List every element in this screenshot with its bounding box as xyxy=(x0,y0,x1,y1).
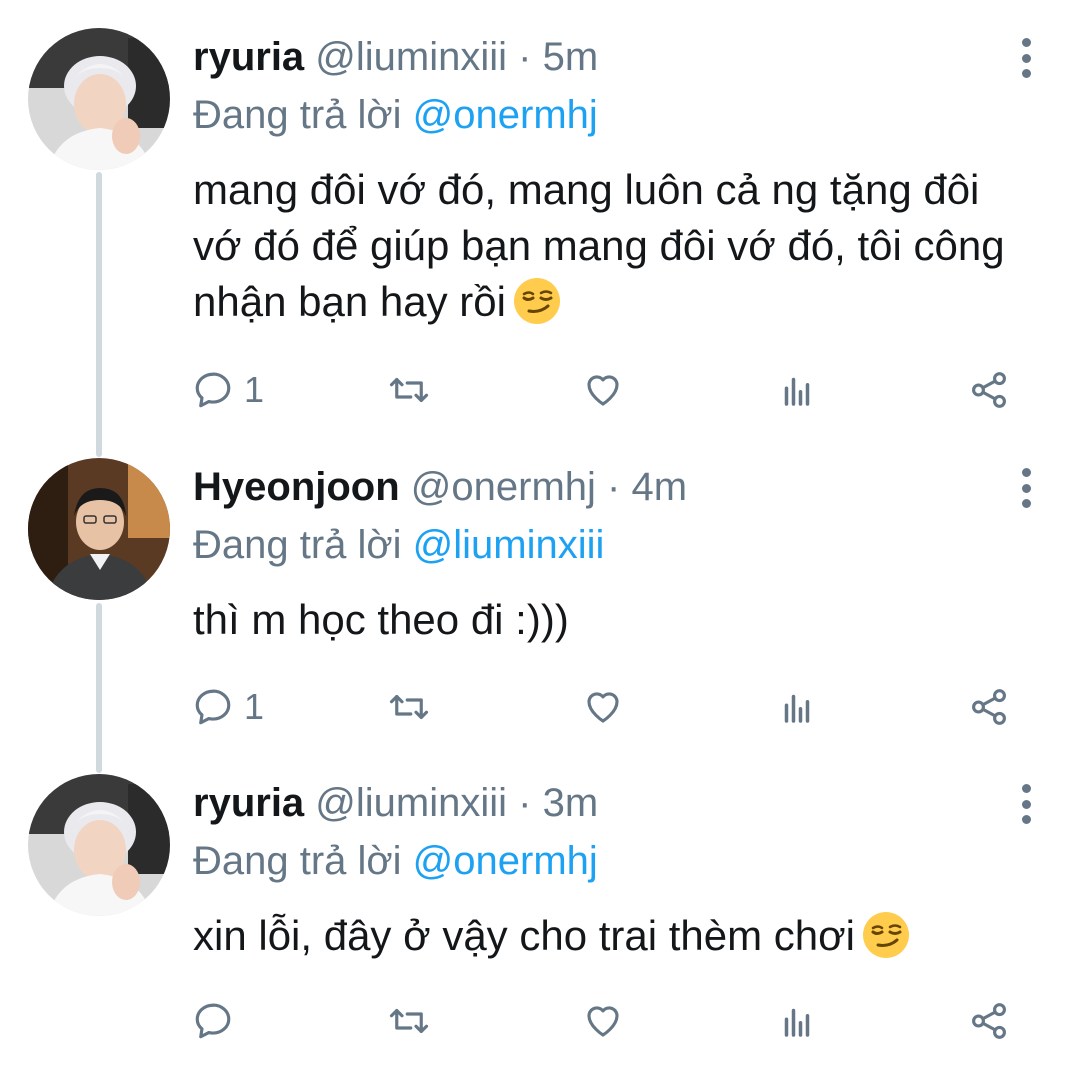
replying-to: Đang trả lời @liuminxiii xyxy=(193,522,604,568)
like-icon xyxy=(587,1006,619,1037)
author-name[interactable]: ryuria xyxy=(193,35,304,79)
mention-link[interactable]: @onermhj xyxy=(413,93,598,137)
tweet-header: ryuria @liuminxiii · 3m xyxy=(193,780,598,826)
author-handle[interactable]: @liuminxiii xyxy=(315,35,507,79)
analytics-button[interactable] xyxy=(776,365,818,415)
share-button[interactable] xyxy=(968,682,1010,732)
timestamp[interactable]: 4m xyxy=(631,465,687,509)
reply-icon xyxy=(195,1003,231,1039)
tweet-actions: 1 xyxy=(0,365,1080,415)
share-button[interactable] xyxy=(968,365,1010,415)
author-name[interactable]: ryuria xyxy=(193,781,304,825)
timestamp[interactable]: 5m xyxy=(543,35,599,79)
tweet-actions xyxy=(0,996,1080,1046)
retweet-icon xyxy=(389,377,429,403)
author-handle[interactable]: @onermhj xyxy=(411,465,596,509)
replying-to: Đang trả lời @onermhj xyxy=(193,92,598,138)
like-icon xyxy=(587,692,619,723)
smirking-face-icon xyxy=(863,912,910,958)
like-button[interactable] xyxy=(582,365,624,415)
retweet-icon xyxy=(389,694,429,720)
analytics-icon xyxy=(784,1008,810,1037)
smirking-face-icon xyxy=(513,278,560,324)
reply-count: 1 xyxy=(244,686,265,727)
tweet-body: mang đôi vớ đó, mang luôn cả ng tặng đôi… xyxy=(193,166,1005,325)
like-icon xyxy=(587,375,619,406)
retweet-icon xyxy=(389,1008,429,1034)
more-options-icon[interactable] xyxy=(1016,784,1036,824)
tweet-header: Hyeonjoon @onermhj · 4m xyxy=(193,464,687,510)
share-button[interactable] xyxy=(968,996,1010,1046)
tweet[interactable]: ryuria @liuminxiii · 5m Đang trả lời @on… xyxy=(0,0,1080,440)
avatar[interactable] xyxy=(28,774,170,916)
replying-to-label: Đang trả lời xyxy=(193,523,413,567)
analytics-button[interactable] xyxy=(776,996,818,1046)
reply-button[interactable]: 1 xyxy=(192,682,264,732)
mention-link[interactable]: @liuminxiii xyxy=(413,523,605,567)
separator: · xyxy=(595,465,632,509)
avatar[interactable] xyxy=(28,28,170,170)
avatar[interactable] xyxy=(28,458,170,600)
retweet-button[interactable] xyxy=(388,996,430,1046)
separator: · xyxy=(507,35,543,79)
more-options-icon[interactable] xyxy=(1016,38,1036,78)
like-button[interactable] xyxy=(582,682,624,732)
replying-to-label: Đang trả lời xyxy=(193,93,413,137)
mention-link[interactable]: @onermhj xyxy=(413,839,598,883)
retweet-button[interactable] xyxy=(388,365,430,415)
more-options-icon[interactable] xyxy=(1016,468,1036,508)
tweet-actions: 1 xyxy=(0,682,1080,732)
retweet-button[interactable] xyxy=(388,682,430,732)
share-icon xyxy=(972,1003,1006,1039)
reply-button[interactable]: 1 xyxy=(192,365,264,415)
reply-button[interactable] xyxy=(192,996,244,1046)
share-icon xyxy=(972,372,1006,408)
like-button[interactable] xyxy=(582,996,624,1046)
tweet-body: thì m học theo đi :))) xyxy=(193,596,569,643)
reply-count: 1 xyxy=(244,369,265,410)
reply-icon xyxy=(195,689,231,725)
tweet[interactable]: Hyeonjoon @onermhj · 4m Đang trả lời @li… xyxy=(0,430,1080,750)
timestamp[interactable]: 3m xyxy=(543,781,599,825)
separator: · xyxy=(507,781,543,825)
tweet-text: mang đôi vớ đó, mang luôn cả ng tặng đôi… xyxy=(193,162,1033,330)
analytics-icon xyxy=(784,377,810,406)
analytics-button[interactable] xyxy=(776,682,818,732)
share-icon xyxy=(972,689,1006,725)
tweet-body: xin lỗi, đây ở vậy cho trai thèm chơi xyxy=(193,912,856,959)
reply-icon xyxy=(195,372,231,408)
analytics-icon xyxy=(784,694,810,723)
author-name[interactable]: Hyeonjoon xyxy=(193,465,400,509)
tweet-text: thì m học theo đi :))) xyxy=(193,592,1033,648)
tweet[interactable]: ryuria @liuminxiii · 3m Đang trả lời @on… xyxy=(0,746,1080,1073)
tweet-text: xin lỗi, đây ở vậy cho trai thèm chơi xyxy=(193,908,1033,964)
tweet-header: ryuria @liuminxiii · 5m xyxy=(193,34,598,80)
replying-to-label: Đang trả lời xyxy=(193,839,413,883)
author-handle[interactable]: @liuminxiii xyxy=(315,781,507,825)
replying-to: Đang trả lời @onermhj xyxy=(193,838,598,884)
